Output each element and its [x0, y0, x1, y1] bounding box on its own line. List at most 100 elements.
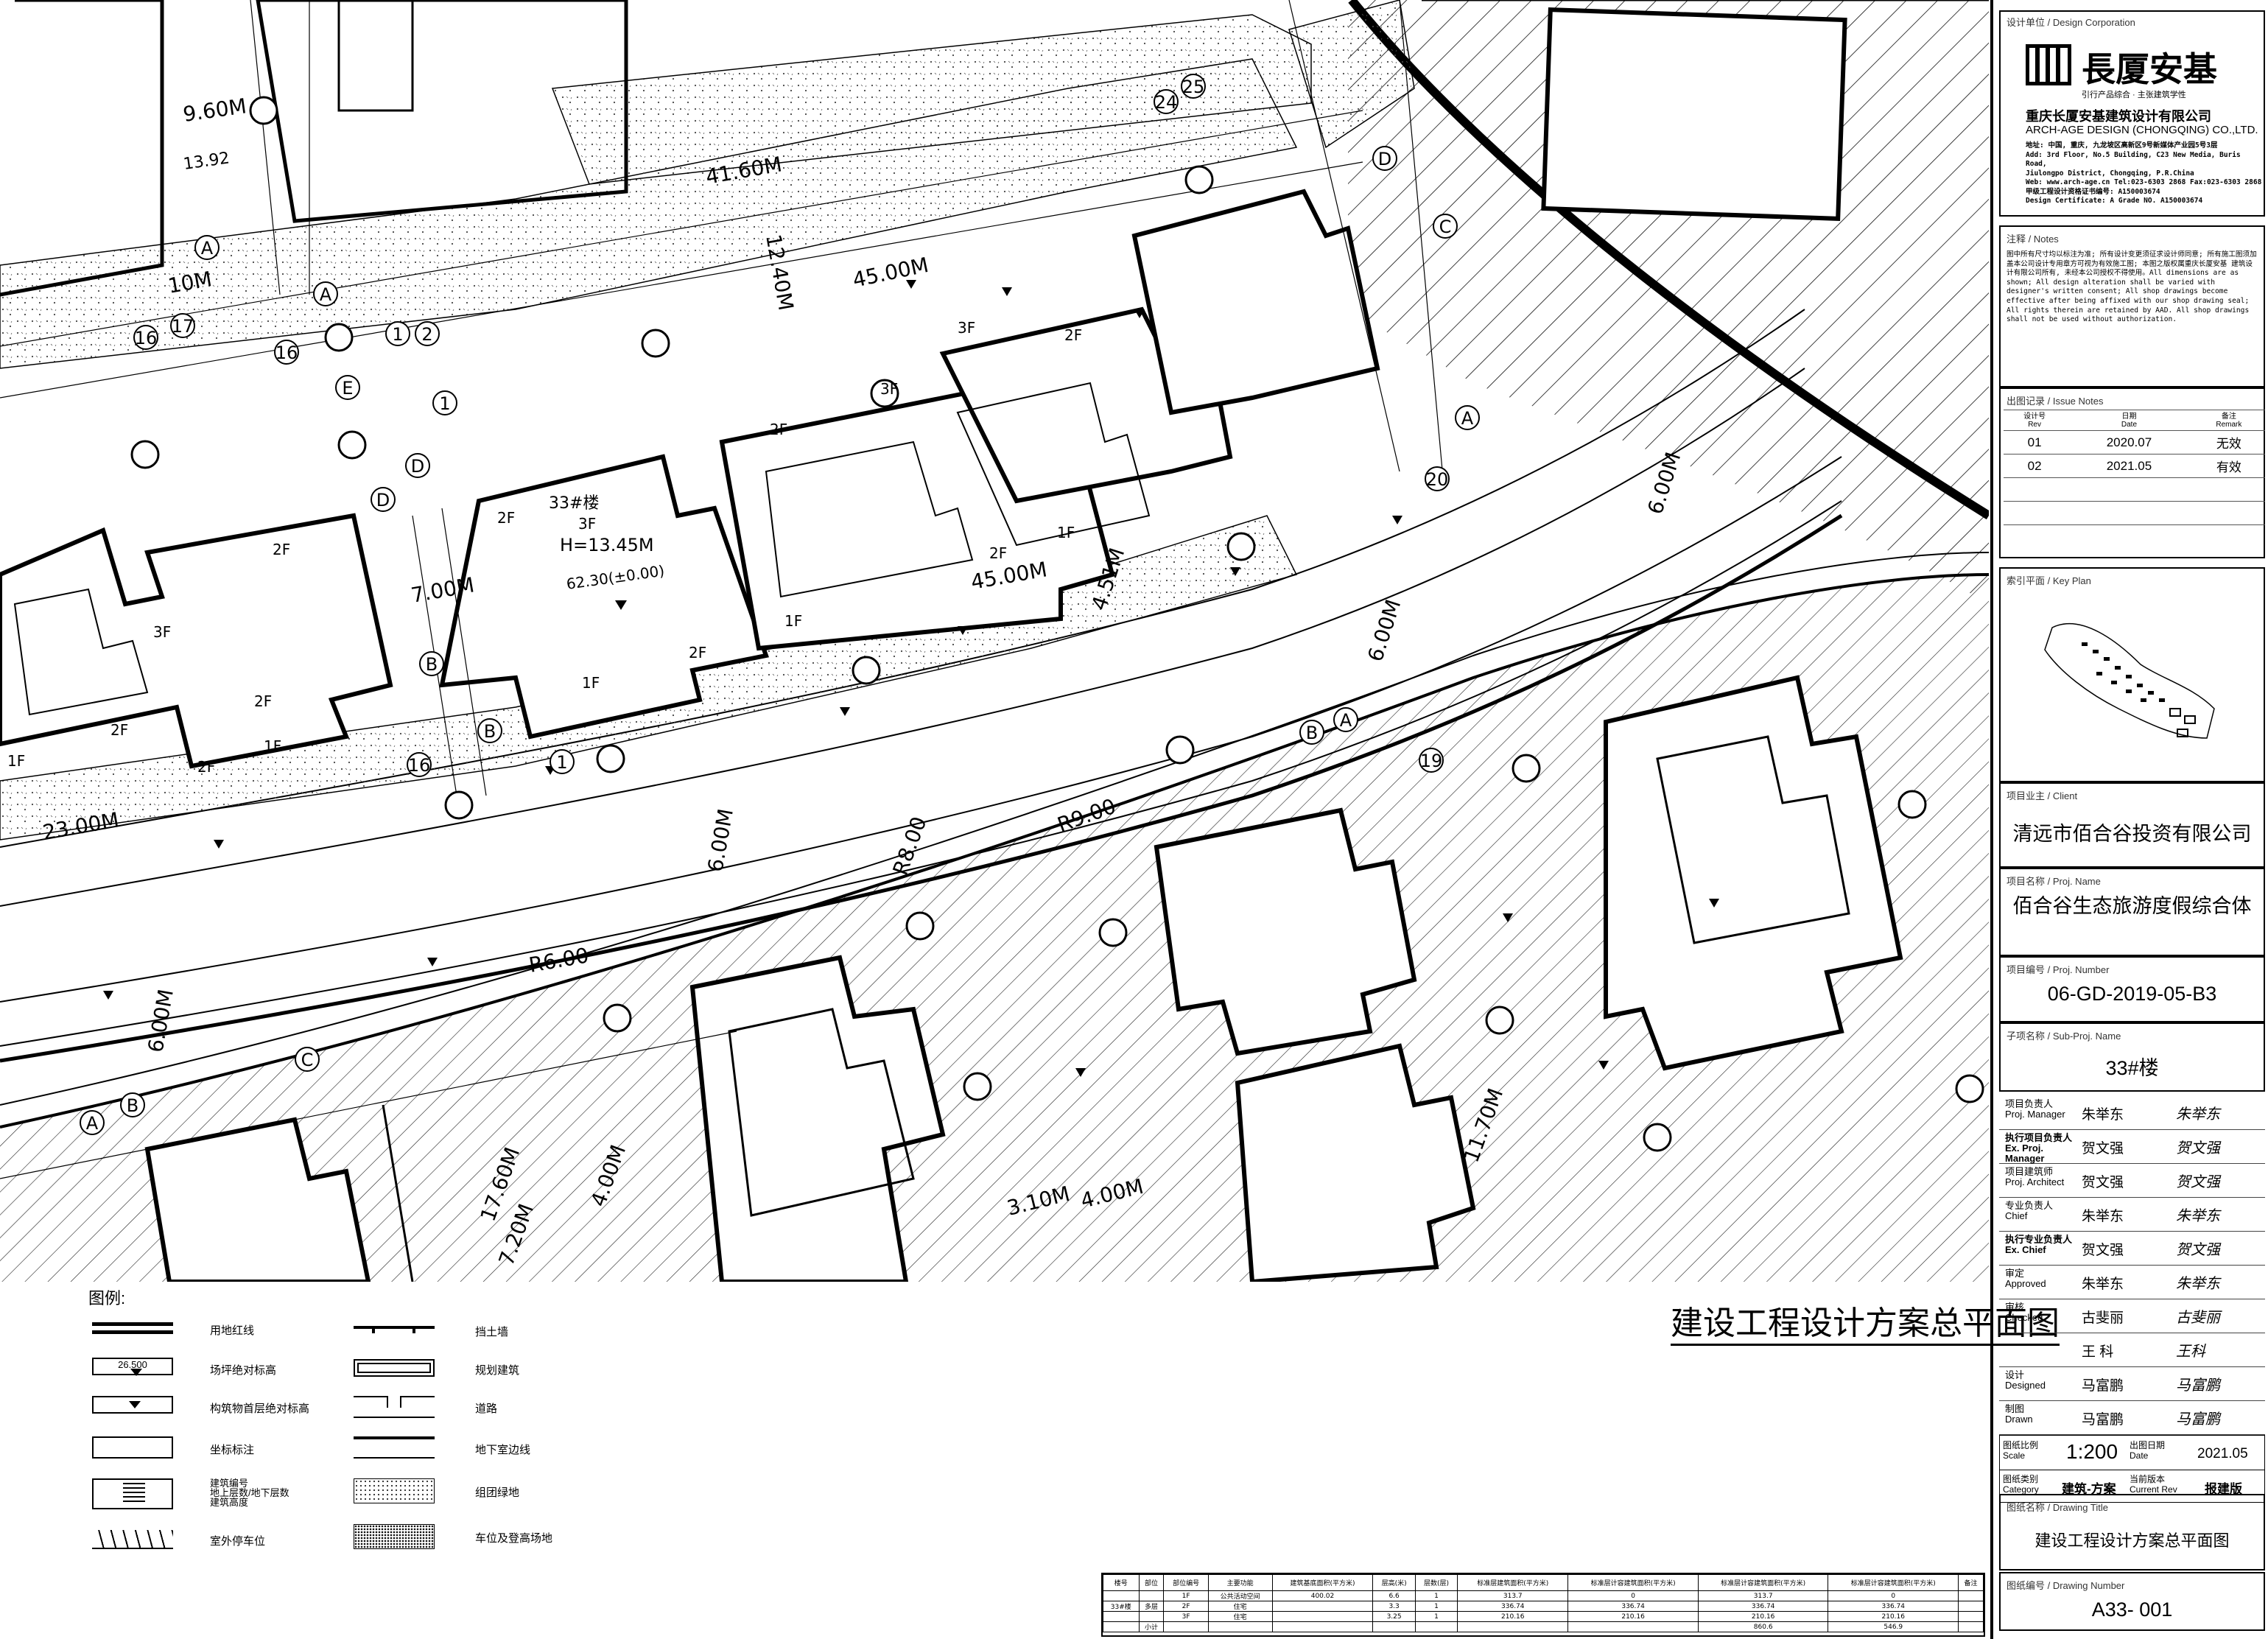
legend-symbol-red-line	[92, 1322, 173, 1334]
table-row: 01 2020.07 无效	[2004, 430, 2265, 455]
svg-text:1F: 1F	[784, 612, 802, 630]
legend-label-fire-lane: 车位及登高场地	[475, 1532, 553, 1545]
stats-cell	[1103, 1611, 1140, 1622]
svg-text:2F: 2F	[273, 541, 290, 558]
svg-text:25: 25	[1182, 77, 1205, 97]
stats-cell: 210.16	[1567, 1611, 1699, 1622]
svg-text:3F: 3F	[958, 319, 975, 337]
proj-name: 佰合谷生态旅游度假综合体	[2012, 895, 2252, 917]
legend-symbol-triangle	[92, 1396, 173, 1414]
site-plan-drawing: A A E 16 1 D D B B C A 20 D B A 19 16 1 C B A 2425 16 1…	[0, 0, 1989, 1282]
svg-text:1: 1	[439, 393, 450, 414]
stats-cell: 400.02	[1271, 1590, 1374, 1601]
drawing-number-label: 图纸编号 / Drawing Number	[2007, 1580, 2125, 1591]
sig-row-approved: 审定 Approved 朱举东 朱举东	[1999, 1266, 2265, 1299]
company-logo-text: 長厦安基	[2082, 49, 2217, 89]
svg-text:9.60M: 9.60M	[181, 94, 247, 127]
sub-proj-label: 子项名称 / Sub-Proj. Name	[2007, 1031, 2121, 1042]
sig-name: 古斐丽	[2082, 1310, 2124, 1326]
category-label: 图纸类别 Category	[2003, 1474, 2039, 1495]
sub-proj-box: 子项名称 / Sub-Proj. Name 33#楼	[1999, 1022, 2265, 1092]
issue-remark: 无效	[2192, 430, 2265, 455]
stats-cell	[1138, 1590, 1165, 1601]
svg-text:D: D	[411, 456, 424, 477]
proj-number: 06-GD-2019-05-B3	[2047, 983, 2217, 1005]
legend-label-parking: 室外停车位	[210, 1535, 266, 1548]
stats-cell	[1414, 1621, 1458, 1632]
company-name-cn: 重庆长厦安基建筑设计有限公司	[2026, 109, 2211, 124]
sig-row-chief: 专业负责人 Chief 朱举东 朱举东	[1999, 1198, 2265, 1232]
issue-table: 设计号 Rev 日期 Date 备注 Remark 01 2020.07 无效 …	[2004, 410, 2265, 549]
sig-row-ex-chief: 执行专业负责人 Ex. Chief 贺文强 贺文强	[1999, 1232, 2265, 1266]
signature-icon: 朱举东	[2176, 1274, 2220, 1292]
legend-label-red-line: 用地红线	[210, 1324, 255, 1337]
sig-role: 制图 Drawn	[2005, 1403, 2033, 1425]
sig-name: 王 科	[2082, 1344, 2114, 1360]
svg-text:2: 2	[421, 324, 432, 345]
issue-rev: 01	[2004, 430, 2066, 455]
signature-icon: 古斐丽	[2176, 1308, 2220, 1326]
svg-text:45.00M: 45.00M	[851, 253, 931, 292]
stats-cell: 33#楼	[1103, 1601, 1140, 1612]
issue-header: 日期 Date	[2065, 410, 2193, 431]
issue-header: 设计号 Rev	[2004, 410, 2066, 431]
stats-cell: 336.74	[1457, 1601, 1569, 1612]
legend-symbol-parking	[92, 1530, 173, 1549]
scale-value: 1:200	[2066, 1440, 2118, 1463]
drawing-title-box: 图纸名称 / Drawing Title 建设工程设计方案总平面图	[1999, 1494, 2265, 1570]
svg-text:A: A	[1340, 710, 1352, 731]
notes-box: 注释 / Notes 图中所有尺寸均以标注为准; 所有设计变更须征求设计师同意;…	[1999, 225, 2265, 387]
sig-name: 马富鹏	[2082, 1378, 2124, 1394]
stats-header: 部位	[1138, 1574, 1165, 1591]
sig-row-ex-proj-manager: 执行项目负责人 Ex. Proj. Manager 贺文强 贺文强	[1999, 1130, 2265, 1164]
stats-cell: 公共活动空间	[1207, 1590, 1273, 1601]
proj-name-box: 项目名称 / Proj. Name 佰合谷生态旅游度假综合体	[1999, 868, 2265, 956]
table-row: 1F 公共活动空间 400.02 6.6 1 313.7 0 313.7 0	[1103, 1590, 1984, 1601]
legend-title: 图例:	[88, 1289, 126, 1308]
drawing-title: 建设工程设计方案总平面图	[2034, 1531, 2230, 1550]
signature-icon: 贺文强	[2176, 1240, 2220, 1258]
svg-text:1F: 1F	[1057, 524, 1075, 541]
stats-cell: 313.7	[1457, 1590, 1569, 1601]
notes-label: 注释 / Notes	[2007, 234, 2059, 245]
stats-cell: 多层	[1138, 1601, 1165, 1612]
proj-number-label: 项目编号 / Proj. Number	[2007, 964, 2110, 975]
stats-cell	[1958, 1621, 1984, 1632]
building-33-height: H=13.45M	[560, 535, 654, 555]
stats-cell	[1271, 1621, 1374, 1632]
svg-text:2F: 2F	[254, 692, 272, 710]
company-slogan: 引行产品综合 · 主张建筑学性	[2082, 91, 2186, 99]
client-box: 项目业主 / Client 清远市佰合谷投资有限公司	[1999, 782, 2265, 868]
sig-role: 审定 Approved	[2005, 1268, 2046, 1289]
issue-notes-label: 出图记录 / Issue Notes	[2007, 396, 2104, 407]
sig-row-designed: 设计 Designed 马富鹏 马富鹏	[1999, 1367, 2265, 1401]
signature-icon: 朱举东	[2176, 1105, 2220, 1123]
svg-text:A: A	[1461, 408, 1474, 429]
sig-row-proj-manager: 项目负责人 Proj. Manager 朱举东 朱举东	[1999, 1096, 2265, 1130]
svg-text:16: 16	[135, 328, 158, 348]
stats-cell: 210.16	[1697, 1611, 1829, 1622]
title-block: 设计单位 / Design Corporation 長厦安基 引行产品综合 · …	[1990, 0, 2268, 1639]
svg-text:A: A	[201, 238, 214, 259]
table-row: 小计 860.6 546.9	[1103, 1621, 1984, 1632]
legend-symbol-building-tag	[92, 1478, 173, 1509]
sig-name: 朱举东	[2082, 1209, 2124, 1224]
issue-remark: 有效	[2192, 454, 2265, 478]
stats-cell: 小计	[1138, 1621, 1165, 1632]
legend-symbol-green	[354, 1478, 435, 1503]
stats-header: 建筑基底面积(平方米)	[1271, 1574, 1374, 1591]
proj-name-label: 项目名称 / Proj. Name	[2007, 876, 2101, 887]
svg-text:16: 16	[408, 755, 431, 776]
stats-cell: 1	[1414, 1611, 1458, 1622]
stats-cell: 546.9	[1828, 1621, 1959, 1632]
svg-text:3F: 3F	[880, 380, 898, 398]
svg-text:6.00M: 6.00M	[703, 807, 738, 874]
scale-date-box: 图纸比例 Scale 1:200 出图日期 Date 2021.05 图纸类别 …	[1999, 1435, 2265, 1503]
signature-icon: 马富鹏	[2176, 1376, 2220, 1394]
stats-header: 标准层计容建筑面积(平方米)	[1828, 1574, 1959, 1591]
stats-cell: 0	[1828, 1590, 1959, 1601]
key-plan-map	[2044, 623, 2215, 739]
issue-date: 2020.07	[2065, 430, 2193, 455]
stats-header-row: 楼号 部位 部位编号 主要功能 建筑基底面积(平方米) 层高(米) 层数(层) …	[1103, 1574, 1984, 1591]
key-plan-box: 索引平面 / Key Plan	[1999, 567, 2265, 782]
